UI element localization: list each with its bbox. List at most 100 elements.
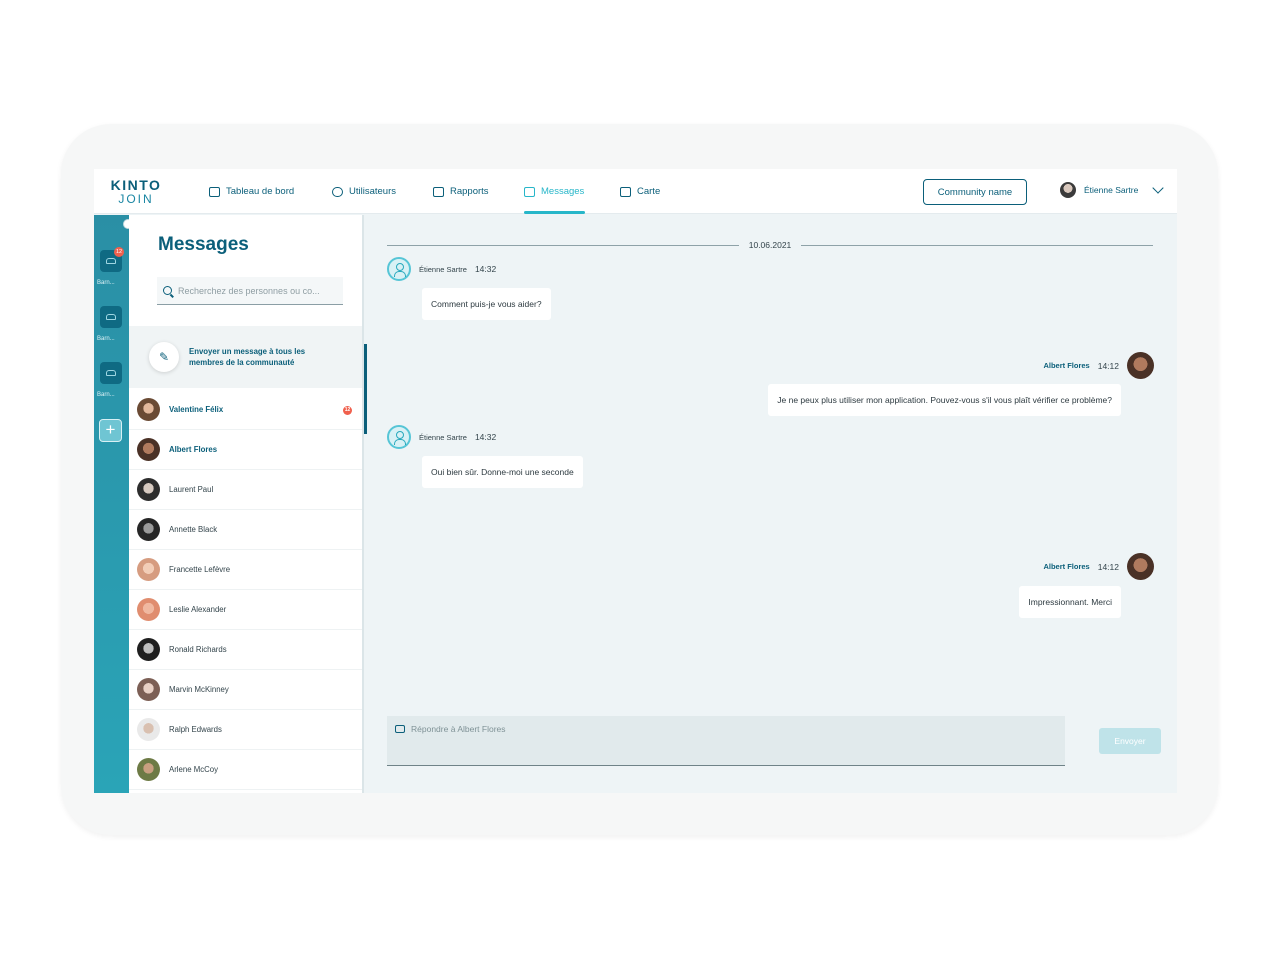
contact-item[interactable]: Marvin McKinney [129, 670, 362, 710]
community-rail: 12 Barn... Barn... Barn... + [94, 215, 133, 793]
send-button[interactable]: Envoyer [1099, 728, 1161, 754]
contact-item[interactable]: Valentine Félix 12 [129, 390, 362, 430]
message-bubble: Oui bien sûr. Donne-moi une seconde [422, 456, 583, 488]
contact-name: Valentine Félix [169, 405, 224, 414]
message-time: 14:32 [474, 264, 497, 274]
report-icon [433, 186, 444, 197]
divider [387, 244, 739, 246]
search-placeholder: Recherchez des personnes ou co... [178, 285, 320, 296]
add-community-button[interactable]: + [99, 419, 122, 442]
contact-name: Arlene McCoy [169, 765, 218, 774]
community-icon [106, 258, 116, 264]
contact-avatar [137, 678, 160, 701]
nav-label: Utilisateurs [349, 186, 396, 197]
broadcast-label: Envoyer un message à tous les membres de… [189, 347, 306, 367]
users-icon [332, 186, 343, 197]
nav-utilisateurs[interactable]: Utilisateurs [332, 169, 396, 214]
user-avatar [1060, 182, 1076, 198]
contact-item[interactable]: Francette Lefèvre [129, 550, 362, 590]
user-circle-icon [387, 425, 411, 449]
community-name-button[interactable]: Community name [923, 179, 1027, 205]
sender-avatar [1127, 352, 1154, 379]
page-title: Messages [158, 234, 249, 255]
community-item[interactable] [100, 362, 122, 384]
message-bubble: Impressionnant. Merci [1019, 586, 1121, 618]
contact-name: Francette Lefèvre [169, 565, 231, 574]
contact-item[interactable]: Laurent Paul [129, 470, 362, 510]
contact-item[interactable]: Albert Flores [129, 430, 362, 470]
app-screen: KINTO JOIN Tableau de bord Utilisateurs … [94, 169, 1177, 793]
nav-carte[interactable]: Carte [620, 169, 660, 214]
contact-item[interactable]: Ralph Edwards [129, 710, 362, 750]
unread-badge: 12 [114, 247, 124, 257]
kinto-join-logo[interactable]: KINTO JOIN [106, 178, 166, 206]
contact-name: Annette Black [169, 525, 218, 534]
search-input[interactable]: Recherchez des personnes ou co... [157, 277, 343, 305]
contact-avatar [137, 718, 160, 741]
contact-item[interactable]: Arlene McCoy [129, 750, 362, 790]
community-icon [106, 370, 116, 376]
message-header: Étienne Sartre 14:32 [387, 425, 496, 449]
message-header: Étienne Sartre 14:32 [387, 257, 496, 281]
user-name: Étienne Sartre [1084, 185, 1139, 195]
active-tab-indicator [524, 211, 585, 214]
nav-label: Messages [541, 186, 585, 197]
contact-name: Ralph Edwards [169, 725, 222, 734]
community-label: Barn... [97, 336, 115, 342]
top-header: KINTO JOIN Tableau de bord Utilisateurs … [94, 169, 1177, 214]
logo-line-2: JOIN [118, 192, 154, 206]
nav-tableau-de-bord[interactable]: Tableau de bord [209, 169, 294, 214]
contact-name: Albert Flores [169, 445, 218, 454]
contact-avatar [137, 638, 160, 661]
message-bubble: Je ne peux plus utiliser mon application… [768, 384, 1121, 416]
sender-name: Étienne Sartre [419, 432, 467, 442]
contact-avatar [137, 478, 160, 501]
reply-input[interactable]: Répondre à Albert Flores [387, 716, 1065, 766]
contact-name: Marvin McKinney [169, 685, 229, 694]
reply-placeholder: Répondre à Albert Flores [411, 724, 506, 734]
search-icon [163, 286, 172, 295]
contact-avatar [137, 438, 160, 461]
contact-name: Laurent Paul [169, 485, 214, 494]
sender-name: Albert Flores [1043, 562, 1090, 571]
nav-label: Carte [637, 186, 661, 197]
contacts-panel: Messages Recherchez des personnes ou co.… [129, 215, 364, 793]
chat-icon [524, 186, 535, 197]
contact-item[interactable]: Leslie Alexander [129, 590, 362, 630]
nav-messages[interactable]: Messages [524, 169, 584, 214]
community-label: Barn... [97, 280, 115, 286]
sender-name: Albert Flores [1043, 361, 1090, 370]
community-icon [106, 314, 116, 320]
contact-name: Ronald Richards [169, 645, 227, 654]
message-header: Albert Flores 14:12 [1043, 553, 1154, 580]
contact-avatar [137, 398, 160, 421]
message-bubble: Comment puis-je vous aider? [422, 288, 551, 320]
contact-item[interactable]: Ronald Richards [129, 630, 362, 670]
user-menu[interactable]: Étienne Sartre [1060, 182, 1165, 198]
message-time: 14:12 [1097, 561, 1119, 572]
community-item[interactable] [100, 306, 122, 328]
nav-label: Tableau de bord [226, 186, 295, 197]
chevron-down-icon [1152, 182, 1165, 194]
contact-name: Leslie Alexander [169, 605, 227, 614]
contact-avatar [137, 518, 160, 541]
contact-avatar [137, 558, 160, 581]
nav-rapports[interactable]: Rapports [433, 169, 489, 214]
map-icon [620, 186, 631, 197]
pencil-icon: ✎ [149, 342, 179, 372]
message-time: 14:32 [474, 432, 497, 442]
community-label: Barn... [97, 392, 115, 398]
chat-icon [395, 725, 405, 733]
date-separator: 10.06.2021 [387, 239, 1154, 251]
unread-badge: 12 [343, 406, 352, 415]
contact-item[interactable]: Annette Black [129, 510, 362, 550]
broadcast-message-item[interactable]: ✎ Envoyer un message à tous les membres … [129, 326, 362, 388]
calendar-icon [209, 186, 220, 197]
logo-line-1: KINTO [110, 177, 162, 193]
user-circle-icon [387, 257, 411, 281]
message-header: Albert Flores 14:12 [1043, 352, 1154, 379]
chat-panel: 10.06.2021 Étienne Sartre 14:32 Comment … [364, 215, 1177, 793]
nav-label: Rapports [450, 186, 489, 197]
conversation-date: 10.06.2021 [748, 240, 792, 250]
contact-avatar [137, 758, 160, 781]
